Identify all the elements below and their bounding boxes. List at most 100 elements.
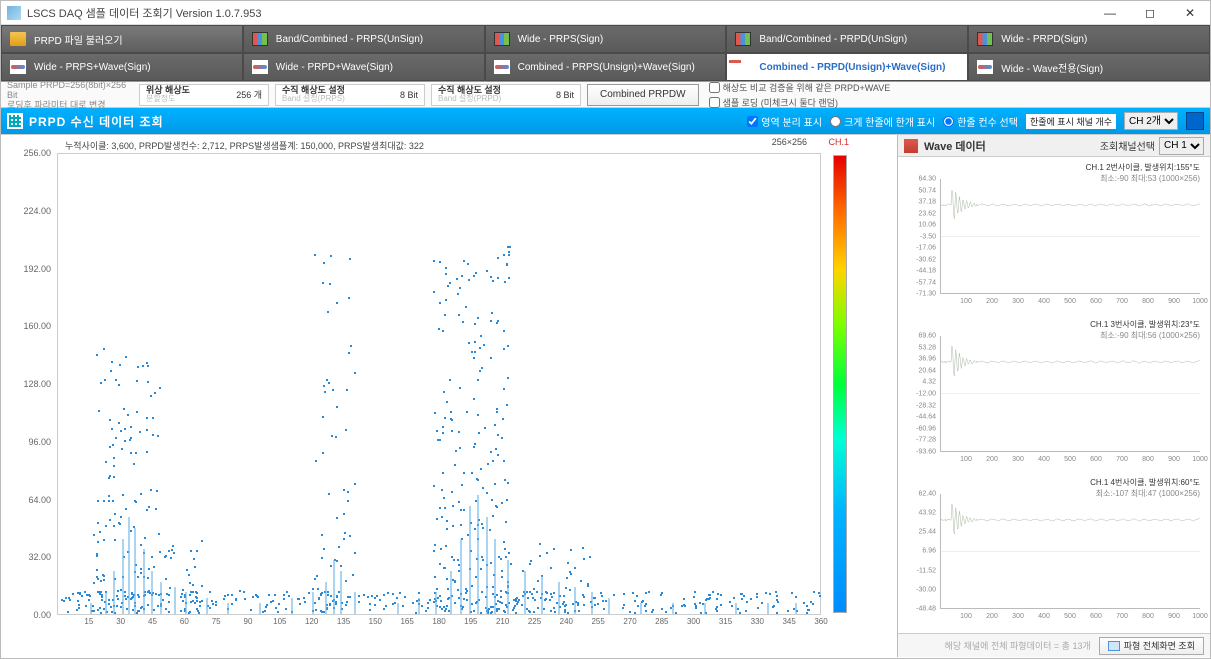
ribbon-band-prps-unsign[interactable]: Band/Combined - PRPS(UnSign) (243, 25, 485, 53)
data-point (439, 439, 441, 441)
data-point (283, 598, 285, 600)
data-point (272, 600, 274, 602)
wave-channel-select[interactable]: CH 1 (1159, 137, 1204, 155)
data-point (445, 273, 447, 275)
x-tick: 75 (212, 617, 221, 626)
data-point (288, 595, 290, 597)
ribbon-wide-wave-only[interactable]: Wide - Wave전용(Sign) (968, 53, 1210, 81)
data-point (803, 602, 805, 604)
data-point (480, 335, 482, 337)
data-point (495, 448, 497, 450)
data-point (118, 422, 120, 424)
vertical-resolution-prpd-box[interactable]: 수직 해상도 설정 Band 설정(PRPD) 8 Bit (431, 84, 581, 106)
window-close-button[interactable]: ✕ (1176, 6, 1204, 20)
data-point (108, 477, 110, 479)
data-point (192, 584, 194, 586)
wave-slot[interactable]: CH.1 2번사이클, 발생위치:155°도최소:-90 최대:53 (1000… (902, 161, 1206, 314)
wave-fullscreen-button[interactable]: 파형 전체화면 조회 (1099, 637, 1204, 655)
data-point (477, 479, 479, 481)
data-point (450, 411, 452, 413)
data-point (553, 548, 555, 550)
multi-per-row-radio[interactable]: 한줄 컨수 선택 (943, 114, 1018, 129)
same-sample-checkbox[interactable]: 해상도 비교 검증을 위해 같은 PRPD+WAVE (709, 81, 891, 94)
data-point (583, 596, 585, 598)
data-point (99, 591, 101, 593)
vertical-resolution-prps-box[interactable]: 수직 해상도 설정 Band 설정(PRPS) 8 Bit (275, 84, 425, 106)
wave-y-tick: -28.32 (916, 402, 936, 409)
data-point (130, 452, 132, 454)
window-maximize-button[interactable]: ◻ (1136, 6, 1164, 20)
ribbon-wide-prpd-sign[interactable]: Wide - PRPD(Sign) (968, 25, 1210, 53)
ribbon-wide-prps-sign[interactable]: Wide - PRPS(Sign) (485, 25, 727, 53)
data-point (116, 595, 118, 597)
phase-resolution-box[interactable]: 위상 해상도 분할정도 256 개 (139, 84, 269, 106)
data-point (192, 591, 194, 593)
data-point (148, 506, 150, 508)
data-point (481, 556, 483, 558)
prpd-plot-area[interactable] (57, 153, 821, 615)
ribbon-band-prpd-unsign[interactable]: Band/Combined - PRPD(UnSign) (726, 25, 968, 53)
data-point (578, 610, 580, 612)
data-point (787, 610, 789, 612)
data-point (131, 597, 133, 599)
histogram-bar (507, 560, 509, 614)
data-point (148, 568, 150, 570)
data-point (96, 576, 98, 578)
data-point (442, 426, 444, 428)
data-point (100, 580, 102, 582)
data-point (343, 489, 345, 491)
data-point (429, 599, 431, 601)
wave-x-tick: 400 (1038, 298, 1050, 305)
setting-value: 8 Bit (400, 90, 418, 100)
data-point (539, 543, 541, 545)
data-point (139, 431, 141, 433)
data-point (490, 562, 492, 564)
data-point (118, 522, 120, 524)
area-separate-checkbox[interactable]: 영역 분리 표시 (747, 114, 822, 129)
data-point (137, 366, 139, 368)
data-point (505, 556, 507, 558)
data-point (404, 596, 406, 598)
data-point (490, 606, 492, 608)
wave-header-title: Wave 데이터 (924, 138, 986, 154)
data-point (336, 595, 338, 597)
data-point (508, 277, 510, 279)
data-point (461, 275, 463, 277)
wave-x-axis: 1002003004005006007008009001000 (940, 456, 1200, 466)
one-per-row-radio[interactable]: 크게 한줄에 한개 표시 (830, 114, 935, 129)
data-point (733, 597, 735, 599)
ribbon-load-file[interactable]: PRPD 파일 불러오기 (1, 25, 243, 53)
chart-legend: CH.1 (828, 137, 849, 147)
data-point (498, 556, 500, 558)
data-point (121, 448, 123, 450)
data-point (113, 525, 115, 527)
data-point (695, 607, 697, 609)
wave-slot[interactable]: CH.1 4번사이클, 발생위치:60°도최소:-107 최대:47 (1000… (902, 476, 1206, 629)
data-point (180, 596, 182, 598)
ribbon-wide-prpd-wave[interactable]: Wide - PRPD+Wave(Sign) (243, 53, 485, 81)
data-point (455, 450, 457, 452)
data-point (190, 550, 192, 552)
data-point (124, 428, 126, 430)
wave-slot[interactable]: CH.1 3번사이클, 발생위치:23°도최소:-90 최대:56 (1000×… (902, 318, 1206, 471)
data-point (675, 612, 677, 614)
combined-prpdw-button[interactable]: Combined PRPDW (587, 84, 699, 106)
data-point (173, 552, 175, 554)
data-point (439, 261, 441, 263)
data-point (332, 389, 334, 391)
wave-x-tick: 900 (1168, 298, 1180, 305)
data-point (551, 596, 553, 598)
data-point (168, 594, 170, 596)
ribbon-combined-prps-wave[interactable]: Combined - PRPS(Unsign)+Wave(Sign) (485, 53, 727, 81)
ribbon-combined-prpd-wave-active[interactable]: Combined - PRPD(Unsign)+Wave(Sign) (726, 53, 968, 81)
ribbon-wide-prps-wave[interactable]: Wide - PRPS+Wave(Sign) (1, 53, 243, 81)
window-minimize-button[interactable]: — (1096, 6, 1124, 20)
data-point (480, 468, 482, 470)
channels-per-row-select[interactable]: CH 2개 (1124, 112, 1178, 130)
layout-apply-button[interactable] (1186, 112, 1204, 130)
x-tick: 135 (337, 617, 350, 626)
setting-sublabel: Band 설정(PRPD) (438, 95, 501, 103)
sample-load-checkbox[interactable]: 샘플 로딩 (미체크시 둘다 랜덤) (709, 96, 891, 109)
data-point (757, 607, 759, 609)
data-point (315, 609, 317, 611)
